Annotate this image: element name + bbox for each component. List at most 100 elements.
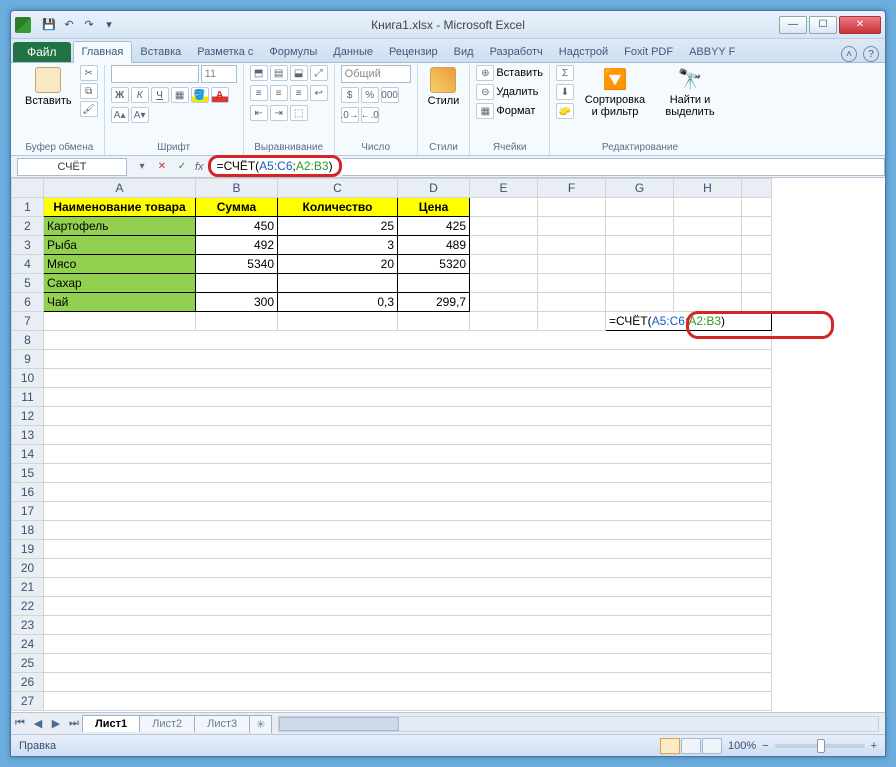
cell[interactable]	[398, 312, 470, 331]
cell-B3[interactable]: 492	[196, 236, 278, 255]
fill-icon[interactable]: ⬇	[556, 84, 574, 100]
cell[interactable]	[538, 293, 606, 312]
fx-icon[interactable]: fx	[195, 161, 204, 173]
currency-icon[interactable]: $	[341, 87, 359, 103]
cell[interactable]	[44, 426, 772, 445]
font-name-input[interactable]	[111, 65, 199, 83]
comma-icon[interactable]: 000	[381, 87, 399, 103]
zoom-slider[interactable]	[775, 744, 865, 748]
format-cell-icon[interactable]: ▦	[476, 103, 494, 119]
ribbon-minimize-icon[interactable]: ˄	[841, 46, 857, 62]
align-middle-icon[interactable]: ▤	[270, 65, 288, 81]
redo-icon[interactable]: ↷	[81, 17, 97, 33]
col-header-C[interactable]: C	[278, 179, 398, 198]
cell[interactable]	[44, 597, 772, 616]
col-header-H[interactable]: H	[674, 179, 742, 198]
cell[interactable]	[44, 616, 772, 635]
cell[interactable]	[44, 445, 772, 464]
cell[interactable]	[674, 293, 742, 312]
view-break-icon[interactable]	[702, 738, 722, 754]
fill-color-icon[interactable]: 🪣	[191, 87, 209, 103]
borders-icon[interactable]: ▦	[171, 87, 189, 103]
decrease-font-icon[interactable]: A▾	[131, 107, 149, 123]
row-header[interactable]: 9	[12, 350, 44, 369]
header-name[interactable]: Наименование товара	[44, 198, 196, 217]
undo-icon[interactable]: ↶	[61, 17, 77, 33]
row-header[interactable]: 26	[12, 673, 44, 692]
horizontal-scrollbar[interactable]	[278, 716, 879, 732]
insert-label[interactable]: Вставить	[496, 67, 543, 79]
tab-developer[interactable]: Разработч	[482, 42, 551, 62]
row-header[interactable]: 24	[12, 635, 44, 654]
row-header-2[interactable]: 2	[12, 217, 44, 236]
tab-abbyy[interactable]: ABBYY F	[681, 42, 743, 62]
cell[interactable]	[538, 255, 606, 274]
cell[interactable]	[606, 236, 674, 255]
cell-D3[interactable]: 489	[398, 236, 470, 255]
sheet-tab-1[interactable]: Лист1	[82, 715, 140, 732]
cell[interactable]	[606, 217, 674, 236]
increase-indent-icon[interactable]: ⇥	[270, 105, 288, 121]
merge-cells-icon[interactable]: ⬚	[290, 105, 308, 121]
cell[interactable]	[538, 274, 606, 293]
row-header[interactable]: 23	[12, 616, 44, 635]
cell[interactable]	[742, 255, 772, 274]
cell-C6[interactable]: 0,3	[278, 293, 398, 312]
cell[interactable]	[44, 369, 772, 388]
cancel-formula-icon[interactable]: ✕	[153, 159, 171, 175]
row-header[interactable]: 20	[12, 559, 44, 578]
cell-A2[interactable]: Картофель	[44, 217, 196, 236]
align-bottom-icon[interactable]: ⬓	[290, 65, 308, 81]
format-painter-icon[interactable]: 🖌	[80, 101, 98, 117]
delete-label[interactable]: Удалить	[496, 86, 538, 98]
tab-data[interactable]: Данные	[325, 42, 381, 62]
font-size-input[interactable]	[201, 65, 237, 83]
row-header[interactable]: 19	[12, 540, 44, 559]
decrease-decimal-icon[interactable]: ←.0	[361, 107, 379, 123]
cell[interactable]	[44, 635, 772, 654]
cell-D6[interactable]: 299,7	[398, 293, 470, 312]
cell[interactable]	[538, 236, 606, 255]
cell[interactable]	[742, 274, 772, 293]
cell[interactable]	[470, 293, 538, 312]
cell-A5[interactable]: Сахар	[44, 274, 196, 293]
zoom-out-icon[interactable]: −	[762, 740, 768, 752]
cell[interactable]	[44, 483, 772, 502]
tab-foxit[interactable]: Foxit PDF	[616, 42, 681, 62]
cell-A3[interactable]: Рыба	[44, 236, 196, 255]
sheet-tab-2[interactable]: Лист2	[139, 715, 195, 732]
cell-B4[interactable]: 5340	[196, 255, 278, 274]
cell[interactable]	[44, 692, 772, 711]
sheet-nav-next-icon[interactable]: ▶	[47, 715, 65, 733]
row-header[interactable]: 25	[12, 654, 44, 673]
cell[interactable]	[606, 255, 674, 274]
file-tab[interactable]: Файл	[13, 42, 71, 62]
row-header[interactable]: 11	[12, 388, 44, 407]
cell[interactable]	[44, 407, 772, 426]
cell-C5[interactable]	[278, 274, 398, 293]
row-header-6[interactable]: 6	[12, 293, 44, 312]
qat-more-icon[interactable]: ▾	[101, 17, 117, 33]
styles-button[interactable]: Стили	[424, 65, 464, 109]
cell[interactable]	[470, 198, 538, 217]
cell[interactable]	[470, 217, 538, 236]
align-left-icon[interactable]: ≡	[250, 85, 268, 101]
cell[interactable]	[470, 312, 538, 331]
col-header-F[interactable]: F	[538, 179, 606, 198]
percent-icon[interactable]: %	[361, 87, 379, 103]
cut-icon[interactable]: ✂	[80, 65, 98, 81]
enter-formula-icon[interactable]: ✓	[173, 159, 191, 175]
select-all-corner[interactable]	[12, 179, 44, 198]
cell[interactable]	[196, 312, 278, 331]
cell[interactable]	[44, 331, 772, 350]
sheet-tab-3[interactable]: Лист3	[194, 715, 250, 732]
row-header[interactable]: 8	[12, 331, 44, 350]
tab-insert[interactable]: Вставка	[132, 42, 189, 62]
row-header[interactable]: 18	[12, 521, 44, 540]
orientation-icon[interactable]: ⤢	[310, 65, 328, 81]
insert-cell-icon[interactable]: ⊕	[476, 65, 494, 81]
cell[interactable]	[538, 312, 606, 331]
spreadsheet-grid[interactable]: A B C D E F G H 1 Наименование товара Су…	[11, 178, 885, 712]
row-header-5[interactable]: 5	[12, 274, 44, 293]
cell-C4[interactable]: 20	[278, 255, 398, 274]
